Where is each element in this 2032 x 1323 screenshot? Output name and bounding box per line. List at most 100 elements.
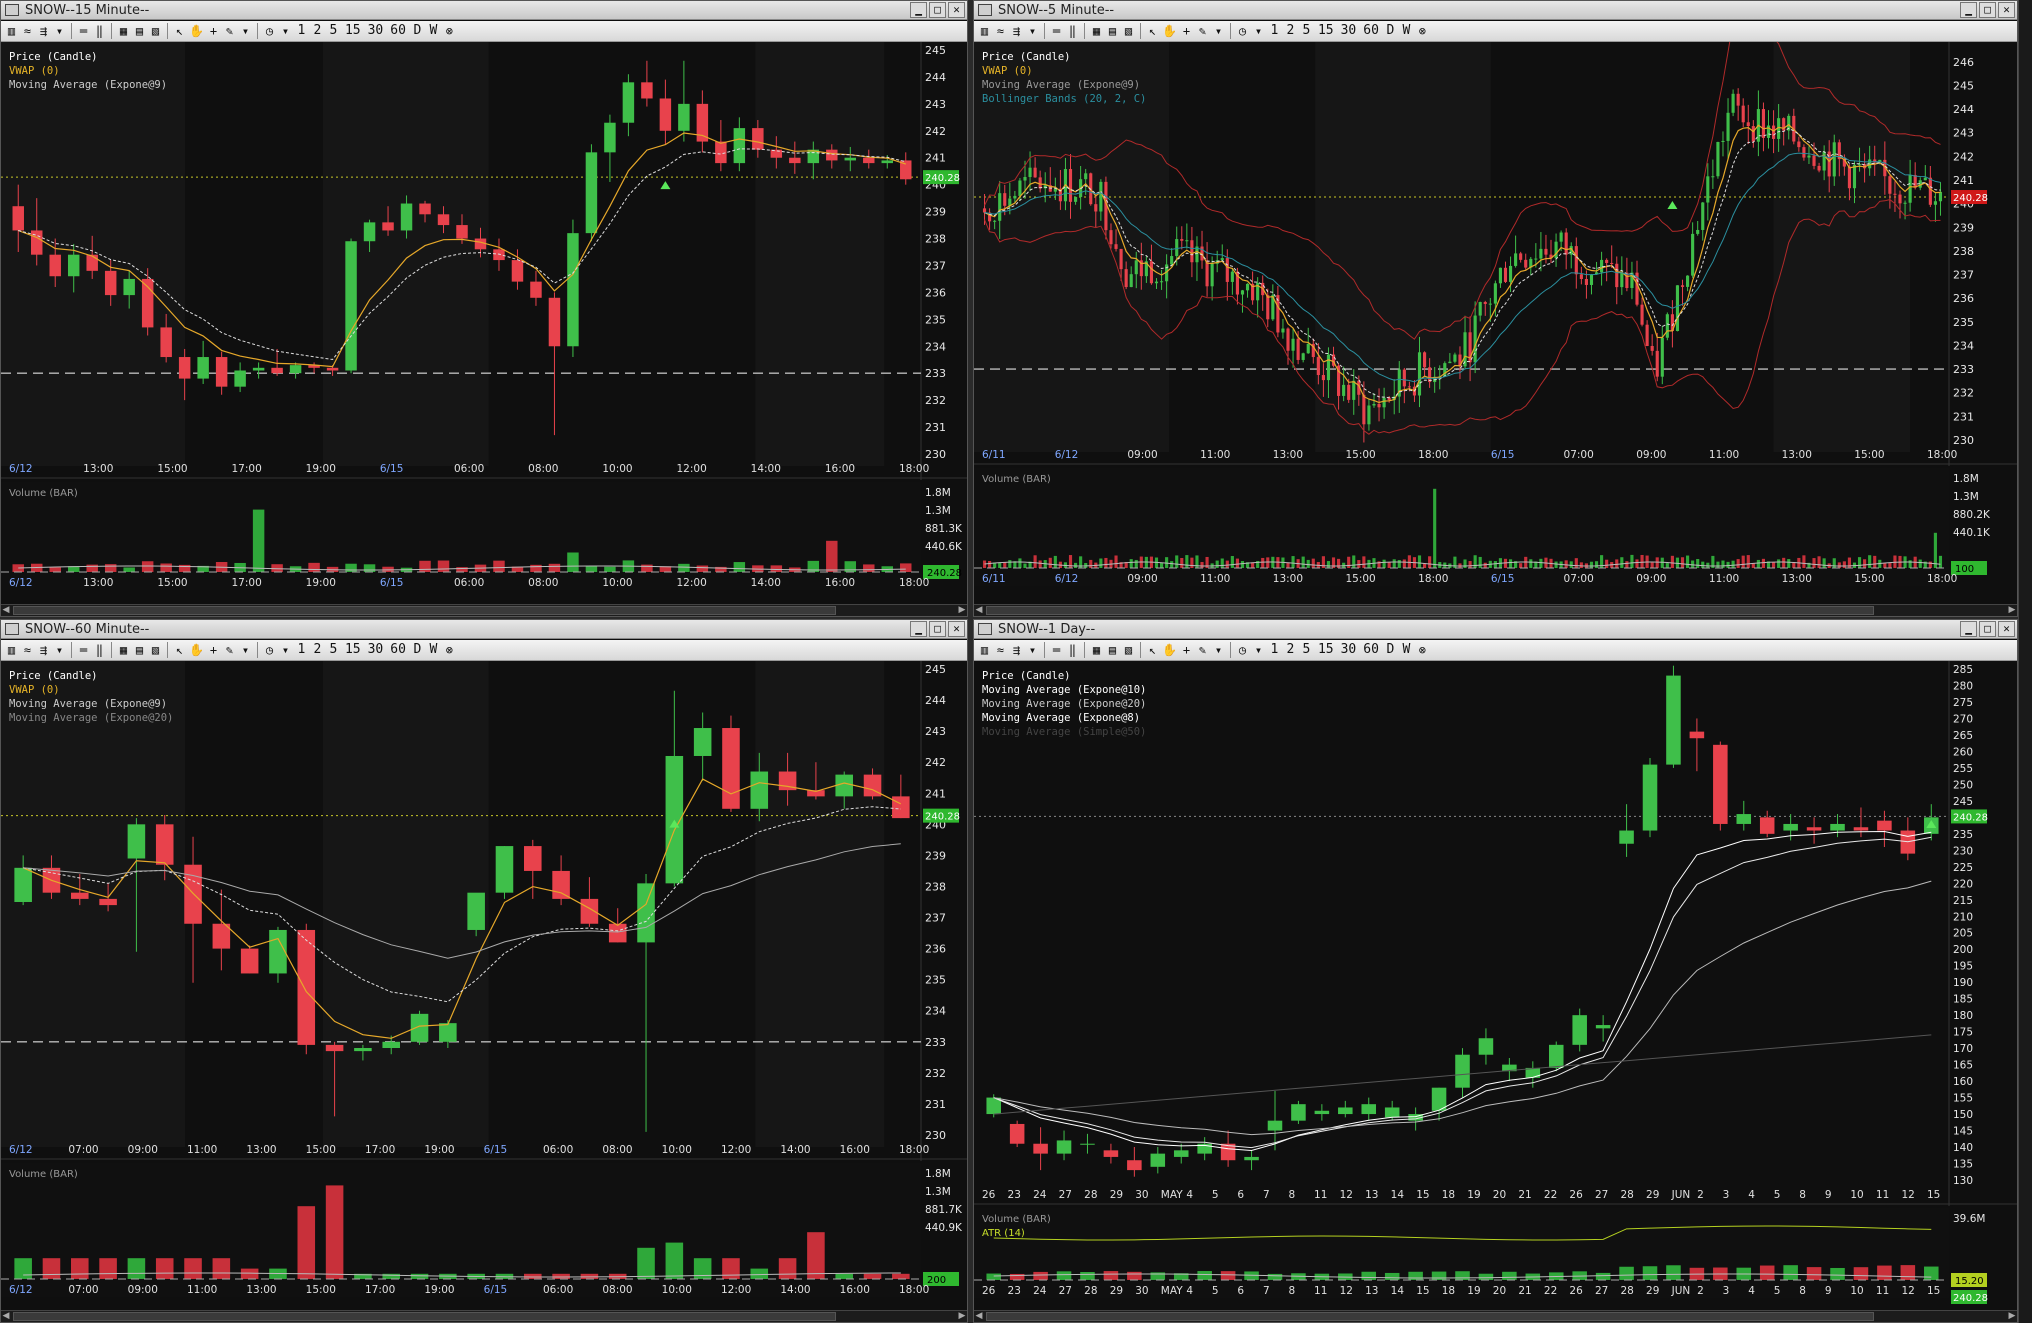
study-legend-item[interactable]: Moving Average (Expone@9) <box>9 79 167 91</box>
interval-button-W[interactable]: W <box>427 23 440 39</box>
chart-type-icon[interactable]: ▥ <box>5 642 18 658</box>
maximize-button[interactable]: □ <box>1979 2 1996 18</box>
minimize-button[interactable]: ▁ <box>1960 621 1977 637</box>
scroll-left-arrow[interactable]: ◀ <box>1 605 11 616</box>
layout-icon[interactable]: ▤ <box>1106 642 1119 658</box>
dropdown-icon[interactable]: ▾ <box>1212 642 1225 658</box>
price-chart-area[interactable]: 245 244 243 242 241 240 239 238 237 236 235 234 233 2… <box>1 42 967 604</box>
study-legend-item[interactable]: Moving Average (Expone@9) <box>9 698 167 710</box>
study-legend-item[interactable]: Moving Average (Expone@20) <box>982 698 1146 710</box>
interval-button-W[interactable]: W <box>1400 642 1413 658</box>
draw-icon[interactable]: ✎ <box>1196 23 1209 39</box>
scroll-right-arrow[interactable]: ▶ <box>957 1311 967 1322</box>
dropdown-icon[interactable]: ▾ <box>1212 23 1225 39</box>
interval-button-1[interactable]: 1 <box>1268 23 1281 39</box>
study-legend-item[interactable]: Moving Average (Simple@50) <box>982 726 1146 738</box>
interval-button-15[interactable]: 15 <box>1316 23 1336 39</box>
interval-button-60[interactable]: 60 <box>1361 23 1381 39</box>
dropdown-icon[interactable]: ▾ <box>239 642 252 658</box>
price-chart-area[interactable]: 245 244 243 242 241 240 239 238 237 236 235 234 233 2… <box>1 661 967 1310</box>
grid-icon[interactable]: ▦ <box>117 23 130 39</box>
crosshair-icon[interactable]: + <box>1180 23 1193 39</box>
horizontal-scrollbar[interactable]: ◀ ▶ <box>974 604 2017 616</box>
close-button[interactable]: ✕ <box>1998 621 2015 637</box>
volume-legend[interactable]: Volume (BAR) <box>982 474 1051 485</box>
study-icon[interactable]: ⇶ <box>37 642 50 658</box>
outer-vertical-scrollbar[interactable] <box>2018 0 2032 1323</box>
study-legend-item[interactable]: Moving Average (Expone@20) <box>9 712 173 724</box>
scroll-thumb[interactable] <box>13 606 836 615</box>
dropdown-icon[interactable]: ▾ <box>1252 23 1265 39</box>
interval-button-1[interactable]: 1 <box>1268 642 1281 658</box>
dropdown-icon[interactable]: ▾ <box>53 642 66 658</box>
chart-style-icon[interactable]: ≈ <box>994 642 1007 658</box>
interval-button-D[interactable]: D <box>411 642 424 658</box>
alert-triangle-icon[interactable] <box>660 181 671 190</box>
clock-icon[interactable]: ◷ <box>1236 23 1249 39</box>
study-legend-item[interactable]: Bollinger Bands (20, 2, C) <box>982 93 1146 105</box>
cancel-icon[interactable]: ⊗ <box>1416 23 1429 39</box>
dropdown-icon[interactable]: ▾ <box>1252 642 1265 658</box>
interval-button-5[interactable]: 5 <box>327 642 340 658</box>
pointer-icon[interactable]: ↖ <box>1146 642 1159 658</box>
clock-icon[interactable]: ◷ <box>1236 642 1249 658</box>
cancel-icon[interactable]: ⊗ <box>443 23 456 39</box>
draw-icon[interactable]: ✎ <box>223 23 236 39</box>
maximize-button[interactable]: □ <box>1979 621 1996 637</box>
chart-style-icon[interactable]: ≈ <box>21 23 34 39</box>
scroll-thumb[interactable] <box>986 606 1875 615</box>
line-icon[interactable]: ═ <box>1050 23 1063 39</box>
study-legend-item[interactable]: VWAP (0) <box>9 65 60 77</box>
indicator-icon[interactable]: ▧ <box>1122 642 1135 658</box>
atr-legend[interactable]: ATR (14) <box>982 1228 1025 1239</box>
study-legend-item[interactable]: Price (Candle) <box>982 670 1071 682</box>
interval-button-30[interactable]: 30 <box>366 23 386 39</box>
window-titlebar[interactable]: SNOW--15 Minute-- ▁ □ ✕ <box>1 1 967 20</box>
interval-button-15[interactable]: 15 <box>1316 642 1336 658</box>
interval-button-W[interactable]: W <box>427 642 440 658</box>
hand-icon[interactable]: ✋ <box>1162 23 1177 39</box>
interval-button-60[interactable]: 60 <box>388 23 408 39</box>
interval-button-1[interactable]: 1 <box>295 642 308 658</box>
interval-button-D[interactable]: D <box>411 23 424 39</box>
window-titlebar[interactable]: SNOW--60 Minute-- ▁ □ ✕ <box>1 620 967 639</box>
interval-button-2[interactable]: 2 <box>311 23 324 39</box>
dropdown-icon[interactable]: ▾ <box>1026 23 1039 39</box>
crosshair-icon[interactable]: + <box>207 23 220 39</box>
scroll-left-arrow[interactable]: ◀ <box>974 605 984 616</box>
volume-pane[interactable] <box>1 482 921 590</box>
window-titlebar[interactable]: SNOW--5 Minute-- ▁ □ ✕ <box>974 1 2017 20</box>
dropdown-icon[interactable]: ▾ <box>279 642 292 658</box>
crosshair-icon[interactable]: + <box>207 642 220 658</box>
layout-icon[interactable]: ▤ <box>133 23 146 39</box>
crosshair-icon[interactable]: + <box>1180 642 1193 658</box>
scroll-right-arrow[interactable]: ▶ <box>2007 1311 2017 1322</box>
interval-button-30[interactable]: 30 <box>366 642 386 658</box>
hand-icon[interactable]: ✋ <box>189 23 204 39</box>
pause-icon[interactable]: ‖ <box>93 23 106 39</box>
close-button[interactable]: ✕ <box>1998 2 2015 18</box>
price-chart-area[interactable]: 246 245 244 243 242 241 240 239 238 237 236 235 234 2… <box>974 42 2017 604</box>
chart-style-icon[interactable]: ≈ <box>994 23 1007 39</box>
chart-style-icon[interactable]: ≈ <box>21 642 34 658</box>
interval-button-5[interactable]: 5 <box>1300 642 1313 658</box>
indicator-icon[interactable]: ▧ <box>149 642 162 658</box>
line-icon[interactable]: ═ <box>77 23 90 39</box>
interval-button-5[interactable]: 5 <box>327 23 340 39</box>
interval-button-1[interactable]: 1 <box>295 23 308 39</box>
window-titlebar[interactable]: SNOW--1 Day-- ▁ □ ✕ <box>974 620 2017 639</box>
study-icon[interactable]: ⇶ <box>37 23 50 39</box>
dropdown-icon[interactable]: ▾ <box>279 23 292 39</box>
interval-button-60[interactable]: 60 <box>388 642 408 658</box>
maximize-button[interactable]: □ <box>929 2 946 18</box>
volume-legend[interactable]: Volume (BAR) <box>982 1214 1051 1225</box>
scroll-left-arrow[interactable]: ◀ <box>974 1311 984 1322</box>
pause-icon[interactable]: ‖ <box>93 642 106 658</box>
pause-icon[interactable]: ‖ <box>1066 23 1079 39</box>
volume-legend[interactable]: Volume (BAR) <box>9 488 78 499</box>
study-legend-item[interactable]: Price (Candle) <box>9 51 98 63</box>
scroll-thumb[interactable] <box>986 1312 1875 1321</box>
study-legend-item[interactable]: Price (Candle) <box>9 670 98 682</box>
study-legend-item[interactable]: Price (Candle) <box>982 51 1071 63</box>
horizontal-scrollbar[interactable]: ◀ ▶ <box>974 1310 2017 1322</box>
